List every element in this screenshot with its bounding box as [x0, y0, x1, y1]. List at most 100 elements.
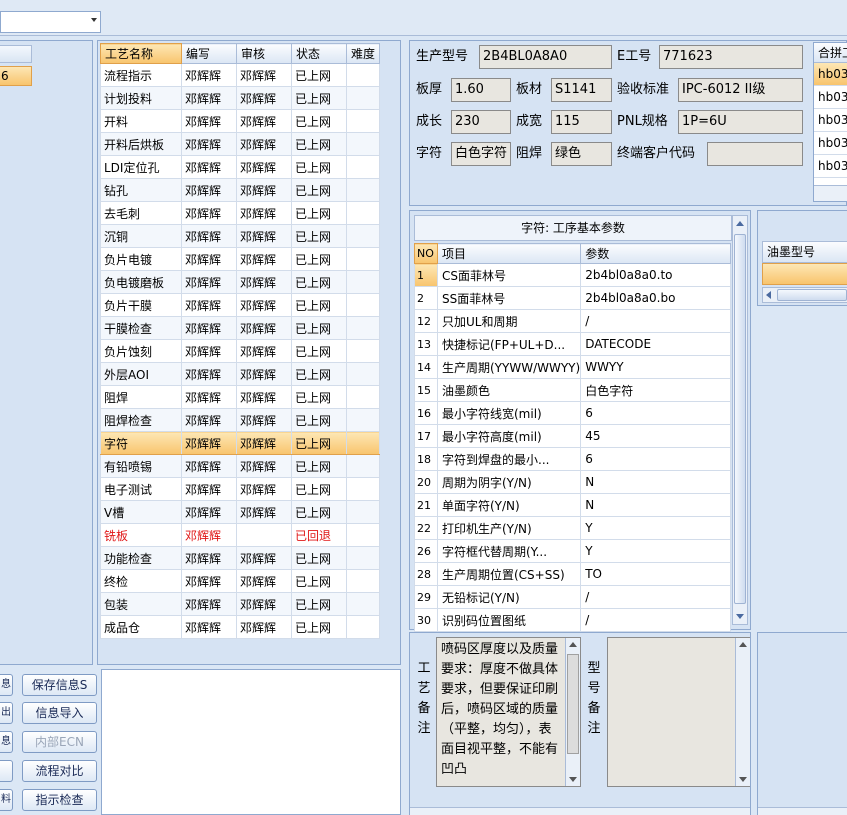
- param-cell-item[interactable]: 识别码位置图纸: [436, 608, 582, 632]
- param-cell-no[interactable]: 20: [414, 470, 438, 494]
- col-no[interactable]: NO: [414, 243, 438, 264]
- param-cell-value[interactable]: 2b4bl0a8a0.bo: [580, 286, 732, 310]
- table-row[interactable]: 29 无铅标记(Y/N) /: [414, 585, 732, 609]
- process-remarks-scrollbar[interactable]: [565, 638, 580, 786]
- table-row[interactable]: 14 生产周期(YYWW/WWYY) WWYY: [414, 355, 732, 379]
- process-cell-reviewer[interactable]: 邓辉辉: [236, 293, 292, 317]
- process-cell-name[interactable]: 电子测试: [100, 477, 182, 501]
- param-cell-item[interactable]: 快捷标记(FP+UL+D...: [436, 332, 582, 356]
- merge-list-item[interactable]: hb03: [814, 86, 847, 109]
- process-cell-name[interactable]: 负片蚀刻: [100, 339, 182, 363]
- table-row[interactable]: 16 最小字符线宽(mil) 6: [414, 401, 732, 425]
- scroll-down-icon[interactable]: [736, 614, 744, 619]
- param-cell-no[interactable]: 13: [414, 332, 438, 356]
- table-row[interactable]: 成品仓 邓辉辉 邓辉辉 已上网: [100, 615, 380, 639]
- process-cell-name[interactable]: 流程指示: [100, 63, 182, 87]
- process-cell-name[interactable]: V槽: [100, 500, 182, 524]
- col-process-name[interactable]: 工艺名称: [100, 43, 182, 64]
- process-cell-author[interactable]: 邓辉辉: [181, 293, 237, 317]
- process-cell-status[interactable]: 已回退: [291, 523, 347, 547]
- param-cell-item[interactable]: 单面字符(Y/N): [436, 493, 582, 517]
- action-button-3[interactable]: 流程对比: [22, 760, 97, 782]
- process-cell-author[interactable]: 邓辉辉: [181, 477, 237, 501]
- process-cell-status[interactable]: 已上网: [291, 477, 347, 501]
- process-cell-author[interactable]: 邓辉辉: [181, 316, 237, 340]
- process-cell-status[interactable]: 已上网: [291, 132, 347, 156]
- process-cell-author[interactable]: 邓辉辉: [181, 63, 237, 87]
- process-cell-difficulty[interactable]: [346, 615, 380, 639]
- param-cell-no[interactable]: 22: [414, 516, 438, 540]
- process-cell-difficulty[interactable]: [346, 454, 380, 478]
- process-cell-status[interactable]: 已上网: [291, 615, 347, 639]
- param-cell-value[interactable]: /: [580, 309, 732, 333]
- process-cell-difficulty[interactable]: [346, 201, 380, 225]
- process-cell-reviewer[interactable]: 邓辉辉: [236, 615, 292, 639]
- process-remarks-text[interactable]: 喷码区厚度以及质量要求：厚度不做具体要求，但要保证印刷后，喷码区域的质量（平整，…: [436, 637, 581, 787]
- process-cell-name[interactable]: 负电镀磨板: [100, 270, 182, 294]
- param-cell-no[interactable]: 12: [414, 309, 438, 333]
- process-cell-status[interactable]: 已上网: [291, 247, 347, 271]
- param-cell-no[interactable]: 2: [414, 286, 438, 310]
- param-cell-item[interactable]: 油墨颜色: [436, 378, 582, 402]
- scroll-down-icon[interactable]: [739, 777, 747, 782]
- table-row[interactable]: 沉铜 邓辉辉 邓辉辉 已上网: [100, 224, 380, 248]
- process-cell-reviewer[interactable]: 邓辉辉: [236, 109, 292, 133]
- param-cell-no[interactable]: 15: [414, 378, 438, 402]
- table-row[interactable]: 终检 邓辉辉 邓辉辉 已上网: [100, 569, 380, 593]
- process-cell-status[interactable]: 已上网: [291, 109, 347, 133]
- process-cell-status[interactable]: 已上网: [291, 454, 347, 478]
- param-cell-no[interactable]: 14: [414, 355, 438, 379]
- table-row[interactable]: 负片蚀刻 邓辉辉 邓辉辉 已上网: [100, 339, 380, 363]
- process-cell-reviewer[interactable]: 邓辉辉: [236, 546, 292, 570]
- left-stub-button-2[interactable]: 息: [0, 731, 13, 753]
- process-cell-difficulty[interactable]: [346, 86, 380, 110]
- process-cell-author[interactable]: 邓辉辉: [181, 270, 237, 294]
- pnl-field[interactable]: 1P=6U: [678, 110, 803, 134]
- process-cell-name[interactable]: 阻焊: [100, 385, 182, 409]
- process-cell-author[interactable]: 邓辉辉: [181, 86, 237, 110]
- process-cell-author[interactable]: 邓辉辉: [181, 431, 237, 455]
- process-cell-name[interactable]: LDI定位孔: [100, 155, 182, 179]
- process-cell-status[interactable]: 已上网: [291, 63, 347, 87]
- left-stub-button-4[interactable]: 料: [0, 789, 13, 811]
- process-detail-box[interactable]: [101, 669, 401, 815]
- param-cell-item[interactable]: SS面菲林号: [436, 286, 582, 310]
- action-button-0[interactable]: 保存信息S: [22, 674, 97, 696]
- table-row[interactable]: 15 油墨颜色 白色字符: [414, 378, 732, 402]
- process-cell-difficulty[interactable]: [346, 339, 380, 363]
- param-cell-value[interactable]: N: [580, 493, 732, 517]
- process-cell-status[interactable]: 已上网: [291, 86, 347, 110]
- merge-list-item[interactable]: hb03: [814, 63, 847, 86]
- col-difficulty[interactable]: 难度: [346, 43, 380, 64]
- process-cell-status[interactable]: 已上网: [291, 178, 347, 202]
- process-cell-reviewer[interactable]: 邓辉辉: [236, 477, 292, 501]
- thickness-field[interactable]: 1.60: [451, 78, 511, 102]
- process-cell-author[interactable]: 邓辉辉: [181, 569, 237, 593]
- process-cell-difficulty[interactable]: [346, 63, 380, 87]
- param-cell-value[interactable]: /: [580, 585, 732, 609]
- model-field[interactable]: 2B4BL0A8A0: [479, 45, 612, 69]
- table-row[interactable]: V槽 邓辉辉 邓辉辉 已上网: [100, 500, 380, 524]
- table-row[interactable]: 28 生产周期位置(CS+SS) TO: [414, 562, 732, 586]
- process-cell-author[interactable]: 邓辉辉: [181, 500, 237, 524]
- process-cell-author[interactable]: 邓辉辉: [181, 546, 237, 570]
- chevron-down-icon[interactable]: [91, 18, 97, 22]
- table-row[interactable]: 流程指示 邓辉辉 邓辉辉 已上网: [100, 63, 380, 87]
- process-cell-reviewer[interactable]: 邓辉辉: [236, 86, 292, 110]
- param-cell-value[interactable]: WWYY: [580, 355, 732, 379]
- table-row[interactable]: 有铅喷锡 邓辉辉 邓辉辉 已上网: [100, 454, 380, 478]
- param-cell-no[interactable]: 26: [414, 539, 438, 563]
- process-cell-difficulty[interactable]: [346, 431, 380, 455]
- ink-type-scrollbar[interactable]: [762, 287, 847, 303]
- ink-scroll-thumb[interactable]: [777, 289, 847, 301]
- process-cell-difficulty[interactable]: [346, 500, 380, 524]
- param-cell-value[interactable]: 45: [580, 424, 732, 448]
- process-cell-name[interactable]: 计划投料: [100, 86, 182, 110]
- table-row[interactable]: 阻焊检查 邓辉辉 邓辉辉 已上网: [100, 408, 380, 432]
- process-cell-name[interactable]: 功能检查: [100, 546, 182, 570]
- param-cell-value[interactable]: DATECODE: [580, 332, 732, 356]
- process-cell-author[interactable]: 邓辉辉: [181, 339, 237, 363]
- table-row[interactable]: 12 只加UL和周期 /: [414, 309, 732, 333]
- param-cell-value[interactable]: 6: [580, 447, 732, 471]
- process-cell-reviewer[interactable]: 邓辉辉: [236, 270, 292, 294]
